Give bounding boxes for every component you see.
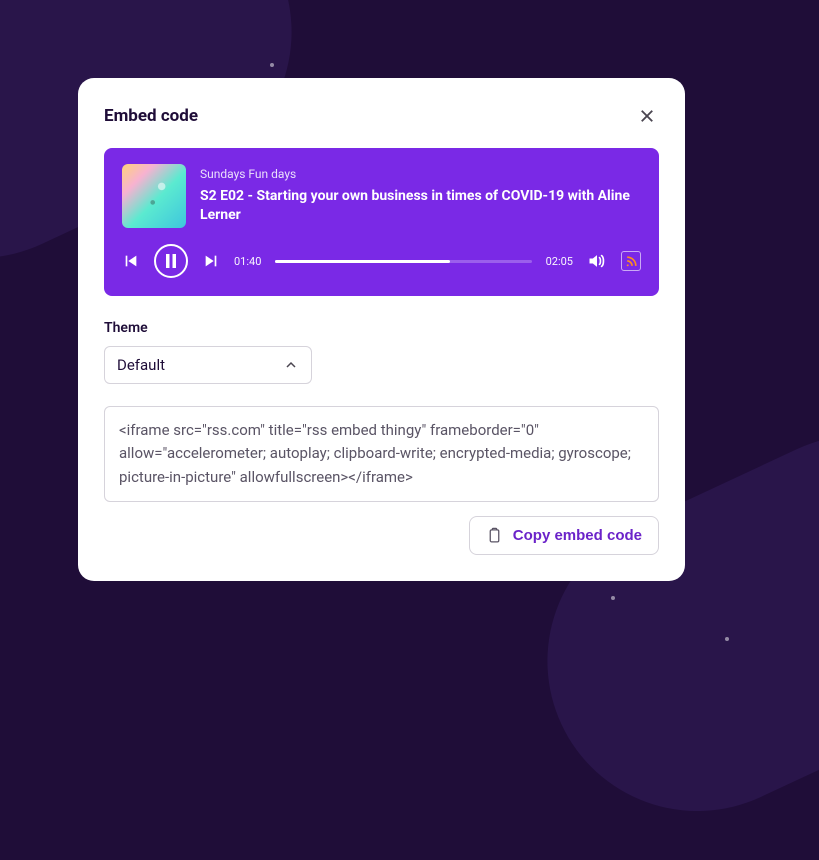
pause-icon — [165, 254, 177, 268]
current-time: 01:40 — [234, 255, 261, 268]
embed-code-box[interactable]: <iframe src="rss.com" title="rss embed t… — [104, 406, 659, 502]
total-time: 02:05 — [546, 255, 573, 268]
audio-player: Sundays Fun days S2 E02 - Starting your … — [104, 148, 659, 296]
episode-thumbnail — [122, 164, 186, 228]
close-icon — [638, 107, 656, 125]
embed-code-modal: Embed code Sundays Fun days S2 E02 - Sta… — [78, 78, 685, 581]
volume-button[interactable] — [587, 251, 607, 271]
modal-title: Embed code — [104, 106, 198, 126]
previous-button[interactable] — [122, 252, 140, 270]
copy-embed-button[interactable]: Copy embed code — [469, 516, 659, 555]
rss-icon — [625, 255, 638, 268]
pause-button[interactable] — [154, 244, 188, 278]
next-button[interactable] — [202, 252, 220, 270]
show-name: Sundays Fun days — [200, 167, 641, 181]
modal-header: Embed code — [104, 104, 659, 128]
theme-selected: Default — [117, 356, 165, 374]
rss-button[interactable] — [621, 251, 641, 271]
skip-back-icon — [123, 253, 139, 269]
episode-title: S2 E02 - Starting your own business in t… — [200, 187, 641, 225]
volume-icon — [587, 251, 607, 271]
close-button[interactable] — [635, 104, 659, 128]
chevron-up-icon — [283, 357, 299, 373]
progress-track[interactable] — [275, 260, 531, 263]
theme-label: Theme — [104, 320, 659, 336]
copy-button-label: Copy embed code — [513, 527, 642, 544]
clipboard-icon — [486, 527, 503, 544]
skip-forward-icon — [203, 253, 219, 269]
progress-fill — [275, 260, 449, 263]
theme-select[interactable]: Default — [104, 346, 312, 384]
